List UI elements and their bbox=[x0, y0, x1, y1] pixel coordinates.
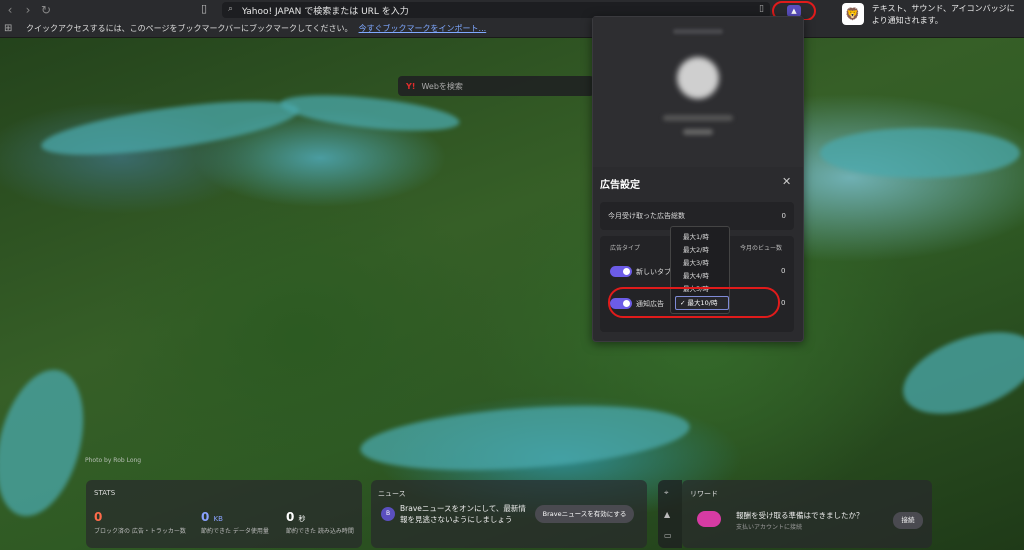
annotation-oval bbox=[608, 287, 780, 318]
blurred-subtext bbox=[683, 129, 713, 135]
frequency-option[interactable]: 最大3/時 bbox=[683, 257, 709, 267]
monthly-ads-value: 0 bbox=[781, 212, 786, 220]
web-search-box[interactable]: Y! Webを検索 bbox=[398, 76, 594, 96]
rewards-prompt: 報酬を受け取る準備はできましたか？ bbox=[736, 511, 864, 520]
stats-title: STATS bbox=[94, 489, 116, 497]
views-header: 今月のビュー数 bbox=[740, 245, 783, 252]
photo-credit[interactable]: Photo by Rob Long bbox=[85, 457, 141, 464]
news-title: ニュース bbox=[378, 490, 406, 498]
rewards-illustration bbox=[697, 511, 721, 527]
frequency-option[interactable]: 最大4/時 bbox=[683, 270, 709, 280]
river-shape bbox=[38, 90, 302, 166]
news-description: Braveニュースをオンにして、最新情報を見逃さないようにしましょう bbox=[400, 504, 526, 524]
brave-lion-icon: 🦁 bbox=[842, 3, 864, 25]
stat-ads-blocked-value: 0 bbox=[94, 510, 103, 524]
address-bar-placeholder: Yahoo! JAPAN で検索または URL を入力 bbox=[242, 6, 409, 17]
stats-widget bbox=[86, 480, 362, 548]
card-icon[interactable]: ▭ bbox=[664, 531, 672, 540]
river-shape bbox=[820, 128, 1020, 178]
river-shape bbox=[892, 316, 1024, 430]
blurred-title bbox=[673, 29, 723, 34]
import-bookmarks-link[interactable]: 今すぐブックマークをインポート... bbox=[359, 23, 487, 34]
new-tab-ads-toggle[interactable] bbox=[610, 266, 632, 277]
notification-ads-count: 0 bbox=[781, 299, 786, 307]
bookmark-icon[interactable]: ▯ bbox=[201, 2, 215, 18]
rewards-title: リワード bbox=[690, 490, 718, 498]
stat-data-saved-label: 節約できた データ使用量 bbox=[201, 528, 269, 535]
stat-ads-blocked-label: ブロック済の 広告・トラッカー数 bbox=[94, 528, 186, 535]
bookmarks-bar-hint: クイックアクセスするには、このページをブックマークバーにブックマークしてください… bbox=[26, 24, 353, 33]
monthly-ads-label: 今月受け取った広告総数 bbox=[608, 212, 685, 220]
blurred-balance bbox=[663, 115, 733, 121]
ad-settings-title: 広告設定 bbox=[600, 180, 640, 191]
apps-grid-icon[interactable]: ⊞ bbox=[4, 23, 16, 35]
river-shape bbox=[0, 360, 99, 526]
frequency-option[interactable]: 最大2/時 bbox=[683, 244, 709, 254]
stat-data-saved-value: 0 KB bbox=[201, 510, 223, 524]
search-placeholder: Webを検索 bbox=[421, 81, 463, 91]
search-icon: ⌕ bbox=[228, 4, 234, 14]
river-shape bbox=[358, 396, 692, 480]
panel-header-blurred bbox=[593, 17, 803, 167]
background-photo bbox=[0, 38, 1024, 550]
close-icon[interactable]: ✕ bbox=[782, 175, 791, 188]
ad-type-header: 広告タイプ bbox=[610, 245, 641, 252]
yahoo-logo-icon: Y! bbox=[406, 81, 416, 91]
location-pin-icon[interactable]: ⌖ bbox=[664, 488, 669, 498]
new-tab-ads-count: 0 bbox=[781, 267, 786, 275]
notification-text: テキスト、サウンド、アイコンバッジにより通知されます。 bbox=[871, 4, 1015, 25]
frequency-option[interactable]: 最大1/時 bbox=[683, 231, 709, 241]
rewards-triangle-icon[interactable]: ▲ bbox=[664, 510, 670, 519]
notification-toast[interactable]: 🦁 テキスト、サウンド、アイコンバッジにより通知されます。 bbox=[838, 0, 1024, 32]
brave-news-icon: B bbox=[381, 507, 395, 521]
enable-brave-news-button[interactable]: Braveニュースを有効にする bbox=[535, 505, 634, 523]
connect-button[interactable]: 接続 bbox=[893, 512, 923, 529]
stat-time-saved-value: 0 秒 bbox=[286, 510, 306, 524]
avatar bbox=[677, 57, 719, 99]
forward-icon[interactable]: › bbox=[20, 2, 36, 18]
new-tab-ads-label: 新しいタブ bbox=[636, 268, 671, 276]
reload-icon[interactable]: ↻ bbox=[38, 2, 54, 18]
stat-time-saved-label: 節約できた 読み込み時間 bbox=[286, 528, 354, 535]
bookmark-page-icon[interactable]: ▯ bbox=[759, 4, 764, 14]
back-icon[interactable]: ‹ bbox=[2, 2, 18, 18]
rewards-subtext: 支払いアカウントに接続 bbox=[736, 524, 803, 531]
